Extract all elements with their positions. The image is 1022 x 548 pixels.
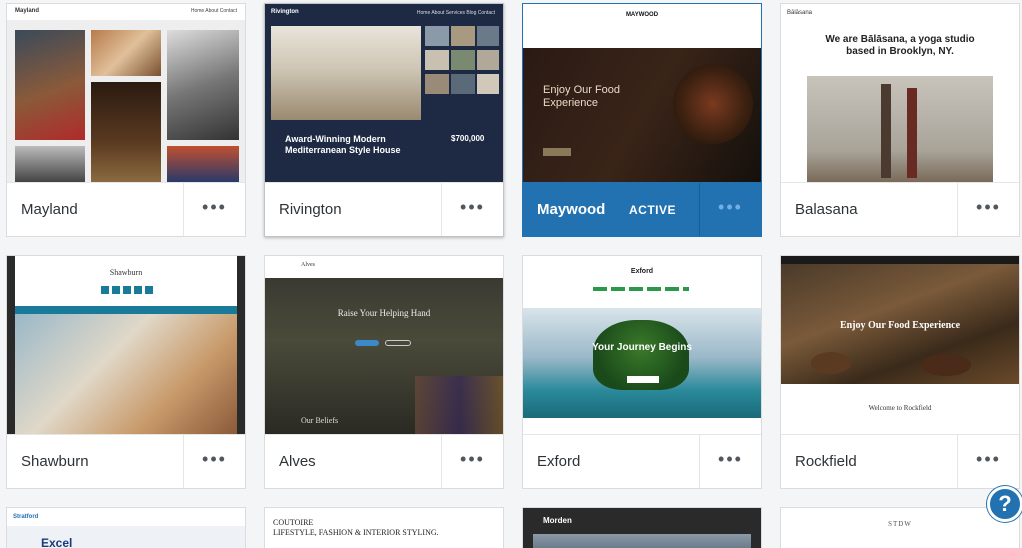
theme-card-stratford[interactable]: Stratford Excel (6, 507, 246, 548)
theme-screenshot[interactable]: Enjoy Our Food Experience Welcome to Roc… (781, 256, 1019, 434)
theme-card-rockfield[interactable]: Enjoy Our Food Experience Welcome to Roc… (780, 255, 1020, 489)
theme-info-bar: Shawburn ••• (7, 434, 245, 488)
theme-card-maywood[interactable]: MAYWOOD Enjoy Our Food Experience Maywoo… (522, 3, 762, 237)
theme-card-balasana[interactable]: Bālāsana We are Bālāsana, a yoga studio … (780, 3, 1020, 237)
theme-screenshot[interactable]: COUTOIRE LIFESTYLE, FASHION & INTERIOR S… (265, 508, 503, 548)
theme-name: Balasana (795, 201, 858, 218)
theme-screenshot[interactable]: Bālāsana We are Bālāsana, a yoga studio … (781, 4, 1019, 182)
more-options-button[interactable]: ••• (699, 183, 761, 236)
theme-info-bar: Rockfield ••• (781, 434, 1019, 488)
theme-card-shawburn[interactable]: Shawburn Shawburn ••• (6, 255, 246, 489)
theme-screenshot[interactable]: Alves Raise Your Helping Hand Our Belief… (265, 256, 503, 434)
theme-name: Alves (279, 453, 316, 470)
more-options-button[interactable]: ••• (183, 435, 245, 488)
theme-info-bar: Mayland ••• (7, 182, 245, 236)
more-options-button[interactable]: ••• (183, 183, 245, 236)
theme-info-bar: Exford ••• (523, 434, 761, 488)
active-badge: ACTIVE (629, 203, 677, 217)
theme-info-bar: Balasana ••• (781, 182, 1019, 236)
theme-name: Mayland (21, 201, 78, 218)
theme-screenshot[interactable]: Morden (523, 508, 761, 548)
theme-info-bar: Alves ••• (265, 434, 503, 488)
theme-screenshot[interactable]: Stratford Excel (7, 508, 245, 548)
more-options-button[interactable]: ••• (957, 183, 1019, 236)
theme-card-alves[interactable]: Alves Raise Your Helping Hand Our Belief… (264, 255, 504, 489)
theme-card-exford[interactable]: Exford Your Journey Begins Exford ••• (522, 255, 762, 489)
theme-card-mayland[interactable]: Mayland Home About Contact Mayland ••• (6, 3, 246, 237)
theme-name: Maywood (537, 201, 606, 218)
theme-name: Shawburn (21, 453, 89, 470)
more-options-button[interactable]: ••• (699, 435, 761, 488)
theme-grid: Mayland Home About Contact Mayland ••• Ri… (0, 0, 1022, 548)
theme-card-rivington[interactable]: Rivington Home About Services Blog Conta… (264, 3, 504, 237)
more-options-button[interactable]: ••• (957, 435, 1019, 488)
theme-screenshot[interactable]: Shawburn (7, 256, 245, 434)
more-options-button[interactable]: ••• (441, 183, 503, 236)
theme-screenshot[interactable]: STDW (781, 508, 1019, 548)
theme-screenshot[interactable]: Exford Your Journey Begins (523, 256, 761, 434)
theme-info-bar: Rivington ••• (265, 182, 503, 236)
theme-card-morden[interactable]: Morden (522, 507, 762, 548)
theme-screenshot[interactable]: Mayland Home About Contact (7, 4, 245, 182)
theme-card-stdw[interactable]: STDW (780, 507, 1020, 548)
theme-screenshot[interactable]: Rivington Home About Services Blog Conta… (265, 4, 503, 182)
theme-name: Rockfield (795, 453, 857, 470)
more-options-button[interactable]: ••• (441, 435, 503, 488)
theme-card-coutoire[interactable]: COUTOIRE LIFESTYLE, FASHION & INTERIOR S… (264, 507, 504, 548)
theme-screenshot[interactable]: MAYWOOD Enjoy Our Food Experience (523, 4, 761, 182)
theme-name: Rivington (279, 201, 342, 218)
help-icon[interactable]: ? (987, 486, 1022, 522)
theme-info-bar: Maywood ACTIVE ••• (523, 182, 761, 236)
theme-name: Exford (537, 453, 581, 470)
